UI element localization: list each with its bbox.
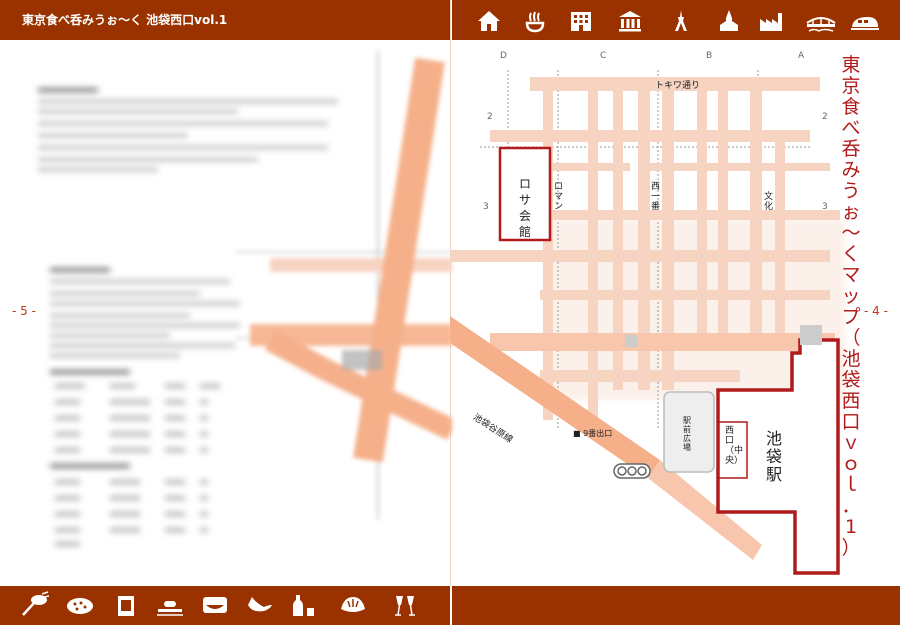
vertical-title-char: 西 — [841, 390, 861, 412]
left-page-map — [236, 50, 452, 520]
left-page-number: - 5 - — [12, 304, 36, 318]
vertical-title-char: く — [841, 243, 861, 265]
vertical-title-char: 口 — [841, 411, 861, 433]
vertical-title-char: マ — [841, 264, 861, 286]
church-icon — [720, 10, 738, 31]
vertical-title-char: 呑 — [841, 138, 861, 160]
vertical-title-char: 袋 — [841, 369, 861, 391]
vertical-title-char: 池 — [841, 348, 861, 370]
ikebukuro-station-label: 池袋駅 — [766, 429, 783, 484]
vertical-title-char: プ — [841, 306, 861, 328]
nishi-ichiban-label: 西一番 — [651, 182, 661, 212]
grid-col-d: D — [500, 51, 507, 61]
grid-col-b: B — [706, 51, 713, 61]
bento-icon — [203, 597, 227, 613]
vertical-title-char: う — [841, 180, 861, 202]
nishiguchi-label: 西口（中央） — [725, 426, 744, 466]
noodle-icon — [22, 591, 50, 616]
grid-row-2-right: 2 — [822, 112, 828, 122]
vertical-title-char: ッ — [841, 285, 861, 307]
museum-icon — [619, 11, 641, 32]
pizza-icon — [67, 598, 93, 614]
vertical-title-char: 〜 — [841, 222, 861, 244]
vertical-title-char: 食 — [841, 96, 861, 118]
grid-row-3-right: 3 — [822, 202, 828, 212]
vertical-title-char: ） — [841, 537, 861, 559]
rosa-kaikan-label: ロサ会館 — [518, 177, 531, 239]
bunka-label: 文化 — [764, 192, 774, 212]
beer-mug-icon — [118, 596, 134, 616]
page-title: 東京食べ呑みうぉ〜く 池袋西口vol.1 — [22, 13, 228, 27]
building-icon — [571, 12, 591, 31]
vertical-title-char: ｌ — [841, 474, 861, 496]
tower-icon — [675, 10, 687, 31]
footer-divider — [450, 586, 452, 625]
vertical-title-char: ぉ — [841, 201, 861, 223]
hotspring-icon — [525, 11, 545, 33]
toast-icon — [395, 596, 415, 616]
grid-col-c: C — [600, 51, 607, 61]
grid-row-2: 2 — [487, 112, 493, 122]
grid-row-3: 3 — [483, 202, 489, 212]
right-page-number: - 4 - — [864, 304, 888, 318]
dumpling-icon — [341, 597, 365, 612]
train-icon — [851, 17, 879, 30]
vertical-title-char: ｏ — [841, 453, 861, 475]
vertical-title-char: み — [841, 159, 861, 181]
vertical-title-char: 京 — [841, 75, 861, 97]
exit-9-label: ■ 9番出口 — [573, 429, 613, 438]
sake-icon — [293, 595, 314, 616]
sushi-icon — [157, 601, 183, 616]
ekimae-plaza-label: 駅前広場 — [683, 416, 691, 452]
tokiwa-street-label: トキワ通り — [655, 81, 701, 91]
fish-icon — [248, 597, 272, 612]
vertical-title-char: べ — [841, 117, 861, 139]
grid-col-a: A — [798, 51, 805, 61]
factory-icon — [760, 13, 782, 31]
map-vertical-title: 東京食べ呑みうぉ〜くマップ（池袋西口 ｖ ｏ ｌ ． 1） — [838, 55, 864, 559]
vertical-title-char: 1 — [844, 516, 858, 538]
vertical-title-char: ． — [841, 495, 861, 517]
vertical-title-char: （ — [841, 327, 861, 349]
bridge-icon — [806, 17, 836, 32]
area-map — [450, 70, 845, 575]
vertical-title-char: 東 — [841, 54, 861, 76]
vertical-title-char: ｖ — [841, 432, 861, 454]
house-icon — [478, 11, 500, 31]
roman-label: ロマン — [554, 182, 564, 212]
